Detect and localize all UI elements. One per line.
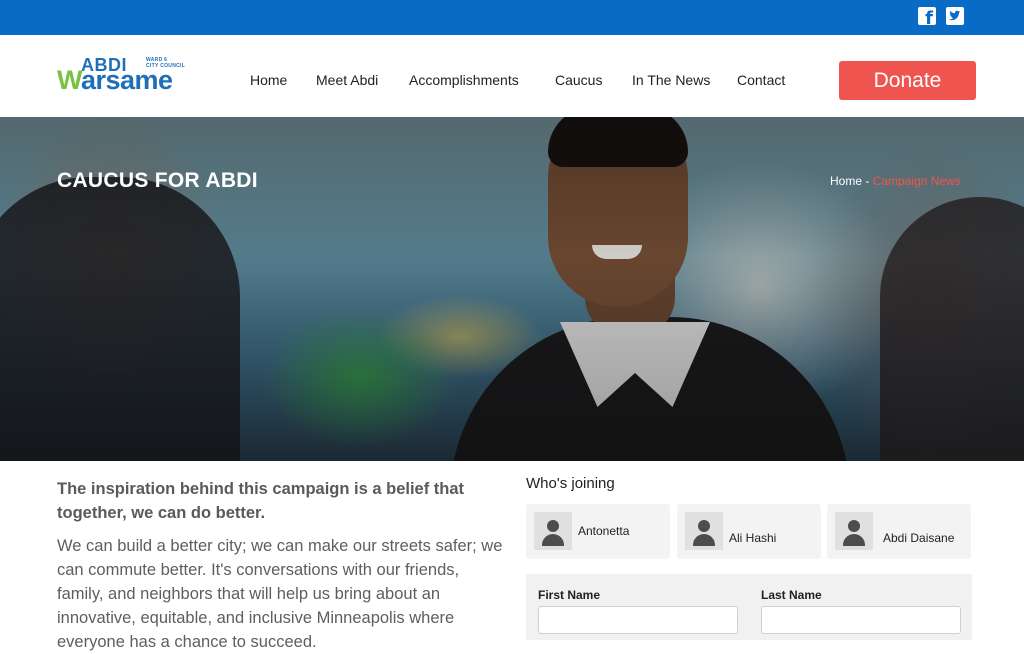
breadcrumb-home[interactable]: Home	[830, 174, 862, 188]
nav-contact[interactable]: Contact	[737, 72, 785, 90]
user-avatar-icon	[534, 512, 572, 550]
joining-title: Who's joining	[526, 475, 615, 492]
user-avatar-icon	[685, 512, 723, 550]
facebook-icon[interactable]: f	[918, 7, 936, 25]
nav-home[interactable]: Home	[250, 72, 287, 90]
breadcrumb: Home - Campaign News	[830, 174, 961, 188]
breadcrumb-separator: -	[862, 174, 873, 188]
body-text: We can build a better city; we can make …	[57, 537, 503, 651]
last-name-label: Last Name	[761, 588, 822, 602]
joiner-card: Ali Hashi	[677, 504, 821, 559]
joiner-name: Abdi Daisane	[883, 531, 955, 545]
donate-button[interactable]: Donate	[839, 61, 976, 100]
logo-initial: W	[57, 65, 81, 95]
joiner-name: Antonetta	[578, 524, 630, 538]
logo-name: arsame	[80, 65, 173, 95]
social-bar: f	[0, 0, 1024, 35]
logo-warsame: Warsame	[57, 65, 173, 95]
last-name-field[interactable]	[761, 606, 961, 634]
site-header: ABDI WARD 6 CITY COUNCIL Warsame Home Me…	[0, 35, 1024, 117]
nav-in-the-news[interactable]: In The News	[632, 72, 710, 90]
first-name-field[interactable]	[538, 606, 738, 634]
signup-form: First Name Last Name	[526, 574, 972, 640]
hero-banner: CAUCUS FOR ABDI Home - Campaign News	[0, 117, 1024, 461]
joiner-card: Antonetta	[526, 504, 670, 559]
site-logo[interactable]: ABDI WARD 6 CITY COUNCIL Warsame	[57, 53, 197, 99]
twitter-icon[interactable]	[946, 7, 964, 25]
nav-caucus[interactable]: Caucus	[555, 72, 602, 90]
lead-text: The inspiration behind this campaign is …	[57, 480, 465, 522]
joiner-name: Ali Hashi	[729, 531, 777, 545]
nav-accomplishments[interactable]: Accomplishments	[409, 72, 519, 90]
joiner-card: Abdi Daisane	[827, 504, 971, 559]
page-title: CAUCUS FOR ABDI	[57, 169, 258, 192]
user-avatar-icon	[835, 512, 873, 550]
breadcrumb-current: Campaign News	[872, 174, 961, 188]
nav-meet-abdi[interactable]: Meet Abdi	[316, 72, 378, 90]
first-name-label: First Name	[538, 588, 601, 602]
